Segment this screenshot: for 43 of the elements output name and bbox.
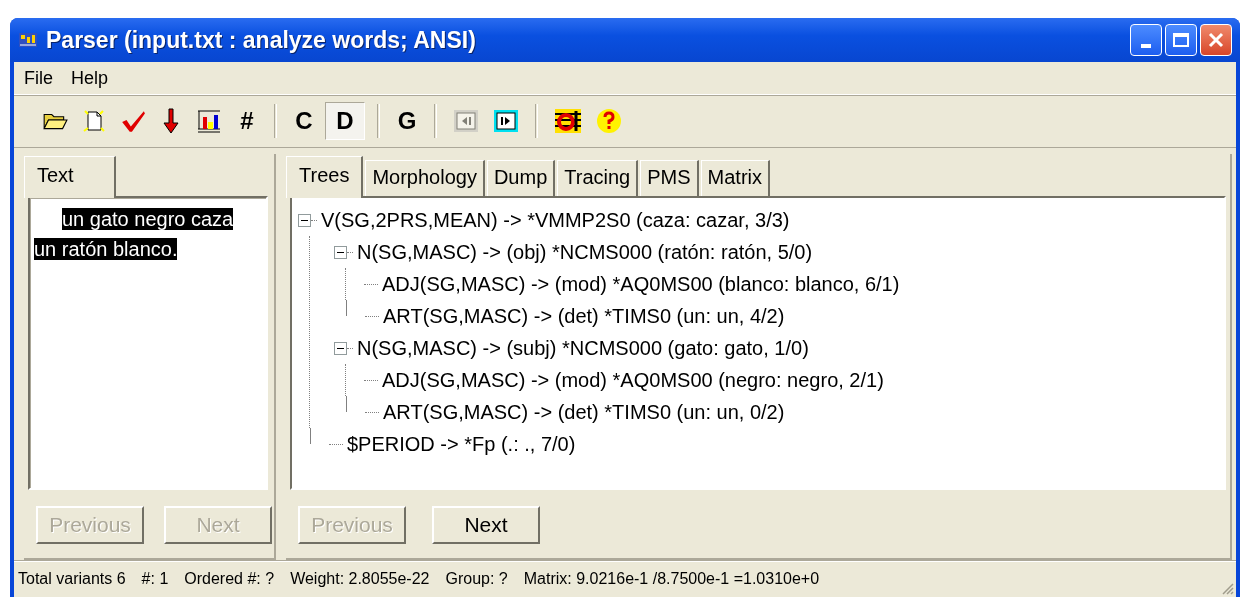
menu-item[interactable]: File xyxy=(24,67,53,89)
collapse-icon[interactable] xyxy=(334,341,347,355)
tree-item[interactable]: V(SG,2PRS,MEAN) -> *VMMP2S0 (caza: cazar, 3/3) xyxy=(321,208,790,232)
status-text: Total variants 6 xyxy=(18,570,126,588)
tab[interactable]: PMS xyxy=(640,160,699,196)
status-text: Matrix: 9.0216e-1 /8.7500e-1 =1.0310e+0 xyxy=(523,570,820,588)
menu-item[interactable]: Help xyxy=(71,67,109,89)
collapse-icon[interactable] xyxy=(298,213,311,227)
resize-grip[interactable] xyxy=(1220,581,1234,595)
tab[interactable]: Matrix xyxy=(700,160,770,196)
minimize-button[interactable] xyxy=(1130,24,1162,56)
selected-text: un gato negro caza xyxy=(62,208,234,230)
tab[interactable]: Tracing xyxy=(557,160,639,196)
tree-item[interactable]: ART(SG,MASC) -> (det) *TIMS0 (un: un, 0/2) xyxy=(383,400,785,424)
push-button[interactable]: Next xyxy=(432,506,540,544)
close-button[interactable] xyxy=(1200,24,1232,56)
text-area[interactable]: un gato negro caza un ratón blanco. xyxy=(28,196,268,490)
minimize-icon xyxy=(1141,44,1151,48)
tree-item[interactable]: ART(SG,MASC) -> (det) *TIMS0 (un: un, 4/2) xyxy=(383,304,785,328)
close-icon xyxy=(1206,30,1226,50)
collapse-icon[interactable] xyxy=(334,245,347,259)
toolbar-button[interactable]: # xyxy=(232,102,262,140)
status-text: Group: ? xyxy=(445,570,508,588)
app-icon xyxy=(18,30,38,50)
tree-item[interactable]: N(SG,MASC) -> (subj) *NCMS000 (gato: gato, 1/0) xyxy=(357,336,809,360)
tree-item[interactable]: $PERIOD -> *Fp (.: ., 7/0) xyxy=(347,432,576,456)
toolbar-button[interactable]: C xyxy=(289,102,319,140)
tab[interactable]: Morphology xyxy=(365,160,485,196)
tab[interactable]: Dump xyxy=(486,160,556,196)
tab[interactable]: Trees xyxy=(286,156,364,198)
tree-item[interactable]: ADJ(SG,MASC) -> (mod) *AQ0MS00 (blanco: blanco, 6/1) xyxy=(382,272,900,296)
tree-item[interactable]: ADJ(SG,MASC) -> (mod) *AQ0MS00 (negro: negro, 2/1) xyxy=(382,368,884,392)
status-text: #: 1 xyxy=(141,570,169,588)
toolbar-button[interactable]: G xyxy=(392,102,422,140)
maximize-icon xyxy=(1173,33,1189,47)
status-text: Weight: 2.8055e-22 xyxy=(290,570,430,588)
maximize-button[interactable] xyxy=(1165,24,1197,56)
tree-item[interactable]: N(SG,MASC) -> (obj) *NCMS000 (ratón: ratón, 5/0) xyxy=(357,240,813,264)
toolbar-button[interactable]: D xyxy=(325,102,365,140)
tab[interactable]: Text xyxy=(24,156,116,198)
selected-text: un ratón blanco. xyxy=(34,238,178,260)
window-title: Parser (input.txt : analyze words; ANSI) xyxy=(46,26,477,54)
status-text: Ordered #: ? xyxy=(184,570,275,588)
